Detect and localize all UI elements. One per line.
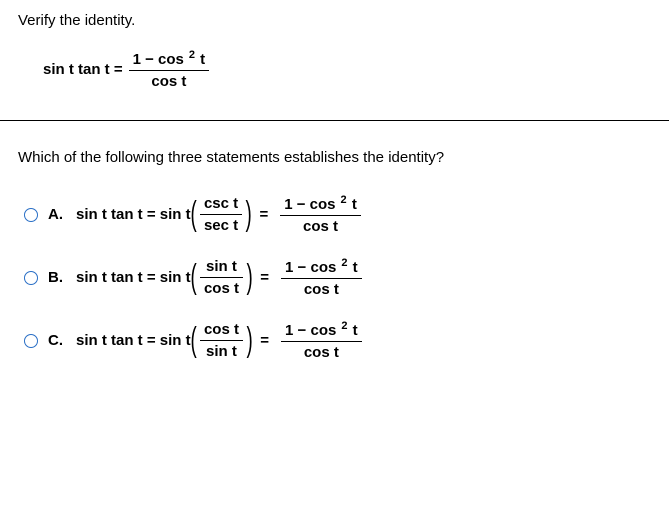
option-b-mid-den: cos t <box>200 277 243 297</box>
left-paren-icon: ( <box>190 264 196 291</box>
option-c-mid-num: cos t <box>200 321 243 340</box>
option-c-mid-den: sin t <box>200 340 243 360</box>
identity-rhs-fraction: 1 − cos2 t cos t <box>129 49 210 90</box>
left-paren-icon: ( <box>190 201 196 228</box>
option-b-equation: sin t tan t = sin t ( sin t cos t ) = 1 … <box>76 257 366 298</box>
question-text: Which of the following three statements … <box>18 149 651 166</box>
left-paren-icon: ( <box>190 327 196 354</box>
radio-option-b[interactable] <box>24 271 38 285</box>
option-b-letter: B. <box>48 269 66 286</box>
option-a-paren-group: ( csc t sec t ) <box>191 195 252 234</box>
identity-rhs-numerator: 1 − cos2 t <box>129 49 210 70</box>
option-a-equation: sin t tan t = sin t ( csc t sec t ) = 1 … <box>76 194 365 235</box>
identity-lhs: sin t tan t = <box>43 61 123 78</box>
option-c-mid-fraction: cos t sin t <box>200 321 243 360</box>
option-b-mid-fraction: sin t cos t <box>200 258 243 297</box>
option-a-rhs-fraction: 1 − cos2 t cos t <box>280 194 361 235</box>
option-b-row: B. sin t tan t = sin t ( sin t cos t ) =… <box>24 257 651 298</box>
option-a-rhs-num: 1 − cos2 t <box>280 194 361 215</box>
options-group: A. sin t tan t = sin t ( csc t sec t ) =… <box>24 194 651 361</box>
option-c-rhs-den: cos t <box>281 341 362 361</box>
option-b-rhs-num: 1 − cos2 t <box>281 257 362 278</box>
option-a-row: A. sin t tan t = sin t ( csc t sec t ) =… <box>24 194 651 235</box>
equals-sign: = <box>260 332 269 349</box>
option-a-lhs: sin t tan t = sin t <box>76 206 191 223</box>
option-c-rhs-num: 1 − cos2 t <box>281 320 362 341</box>
separator <box>0 120 669 121</box>
option-c-equation: sin t tan t = sin t ( cos t sin t ) = 1 … <box>76 320 366 361</box>
right-paren-icon: ) <box>247 264 253 291</box>
option-c-row: C. sin t tan t = sin t ( cos t sin t ) =… <box>24 320 651 361</box>
option-a-mid-num: csc t <box>200 195 242 214</box>
equals-sign: = <box>259 206 268 223</box>
option-b-lhs: sin t tan t = sin t <box>76 269 191 286</box>
option-b-mid-num: sin t <box>202 258 241 277</box>
option-a-mid-den: sec t <box>200 214 242 234</box>
option-c-paren-group: ( cos t sin t ) <box>191 321 253 360</box>
option-a-letter: A. <box>48 206 66 223</box>
option-a-rhs-den: cos t <box>280 215 361 235</box>
option-b-paren-group: ( sin t cos t ) <box>191 258 253 297</box>
option-c-rhs-fraction: 1 − cos2 t cos t <box>281 320 362 361</box>
option-b-rhs-den: cos t <box>281 278 362 298</box>
option-c-lhs: sin t tan t = sin t <box>76 332 191 349</box>
right-paren-icon: ) <box>246 201 252 228</box>
radio-option-a[interactable] <box>24 208 38 222</box>
right-paren-icon: ) <box>247 327 253 354</box>
option-a-mid-fraction: csc t sec t <box>200 195 242 234</box>
option-c-letter: C. <box>48 332 66 349</box>
identity-rhs-denominator: cos t <box>129 70 210 90</box>
equals-sign: = <box>260 269 269 286</box>
identity-equation: sin t tan t = 1 − cos2 t cos t <box>43 49 651 90</box>
radio-option-c[interactable] <box>24 334 38 348</box>
instruction-text: Verify the identity. <box>18 12 651 29</box>
option-b-rhs-fraction: 1 − cos2 t cos t <box>281 257 362 298</box>
